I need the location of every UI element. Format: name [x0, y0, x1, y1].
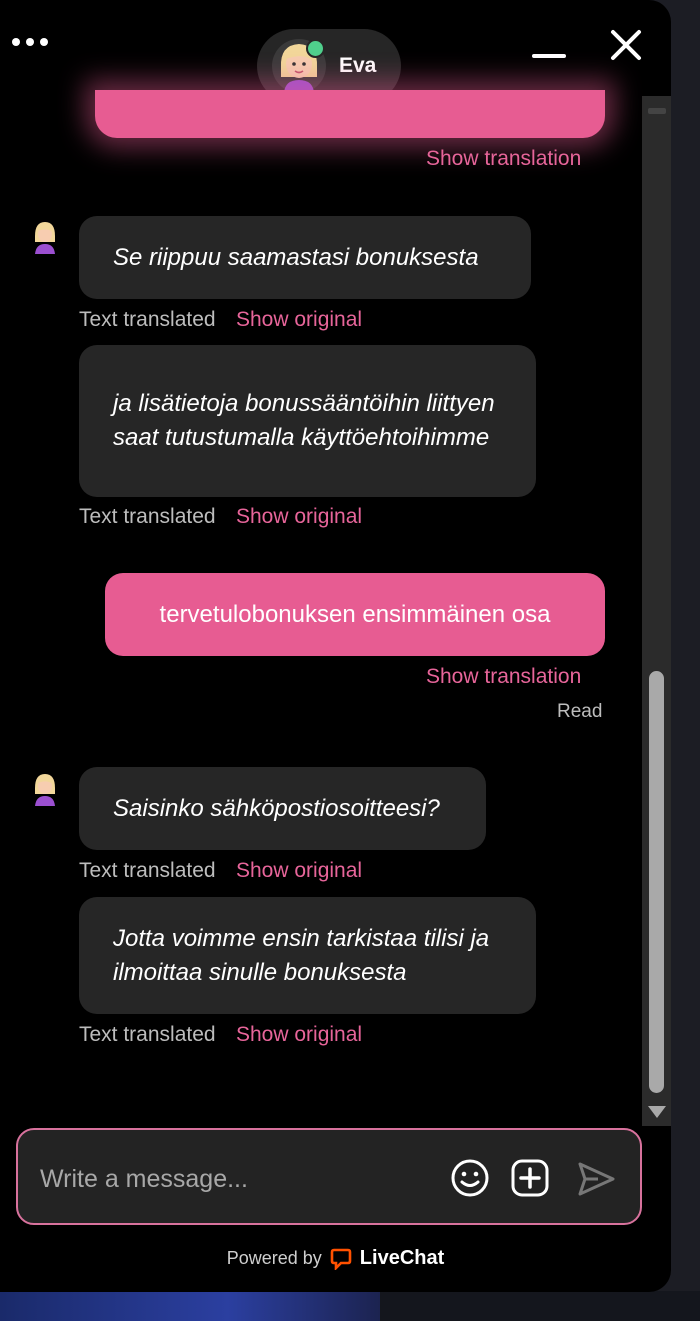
- livechat-logo-icon: [330, 1248, 352, 1270]
- agent-avatar-small: [35, 774, 55, 806]
- translation-status: Text translated: [79, 859, 216, 882]
- agent-message-text: Jotta voimme ensin tarkistaa tilisi ja i…: [113, 924, 490, 986]
- agent-message-bubble: Saisinko sähköpostiosoitteesi?: [79, 767, 486, 850]
- chat-widget: Eva Show translation Se riippuu saamasta…: [0, 0, 671, 1292]
- agent-message-text: ja lisätietoja bonussääntöihin liittyen …: [113, 390, 495, 451]
- read-receipt: Read: [557, 701, 603, 722]
- desktop-background: [0, 1291, 380, 1321]
- scroll-up-arrow[interactable]: [648, 108, 666, 114]
- agent-name: Eva: [339, 54, 377, 77]
- close-icon[interactable]: [608, 27, 644, 63]
- agent-message-bubble: Jotta voimme ensin tarkistaa tilisi ja i…: [79, 897, 536, 1014]
- show-translation-link[interactable]: Show translation: [426, 665, 581, 689]
- show-original-link[interactable]: Show original: [236, 505, 362, 529]
- user-message-bubble-partial: [95, 90, 605, 138]
- emoji-icon[interactable]: [450, 1158, 490, 1198]
- show-original-link[interactable]: Show original: [236, 1023, 362, 1047]
- agent-avatar-small: [35, 222, 55, 254]
- desktop-background-dark: [380, 1291, 700, 1321]
- message-input[interactable]: [38, 1158, 432, 1200]
- user-message-bubble: tervetulobonuksen ensimmäinen osa: [105, 573, 605, 656]
- agent-message-text: Saisinko sähköpostiosoitteesi?: [113, 794, 440, 822]
- agent-message-bubble: ja lisätietoja bonussääntöihin liittyen …: [79, 345, 536, 497]
- send-icon[interactable]: [576, 1159, 616, 1199]
- translation-status: Text translated: [79, 505, 216, 528]
- minimize-icon[interactable]: [532, 30, 568, 66]
- scrollbar-thumb[interactable]: [649, 671, 664, 1093]
- translation-status: Text translated: [79, 1023, 216, 1046]
- scroll-down-arrow[interactable]: [648, 1106, 666, 1118]
- add-attachment-icon[interactable]: [510, 1158, 550, 1198]
- show-translation-link[interactable]: Show translation: [426, 147, 581, 171]
- more-dots-icon[interactable]: [12, 38, 48, 46]
- livechat-brand: LiveChat: [359, 1247, 445, 1269]
- user-message-text: tervetulobonuksen ensimmäinen osa: [159, 600, 551, 628]
- powered-by-footer[interactable]: Powered by LiveChat: [0, 1247, 671, 1270]
- agent-message-text: Se riippuu saamastasi bonuksesta: [113, 243, 479, 271]
- show-original-link[interactable]: Show original: [236, 308, 362, 332]
- message-composer: [16, 1128, 642, 1225]
- translation-status: Text translated: [79, 308, 216, 331]
- powered-by-text: Powered by: [226, 1248, 322, 1268]
- agent-message-bubble: Se riippuu saamastasi bonuksesta: [79, 216, 531, 299]
- online-status-dot: [306, 39, 325, 58]
- show-original-link[interactable]: Show original: [236, 859, 362, 883]
